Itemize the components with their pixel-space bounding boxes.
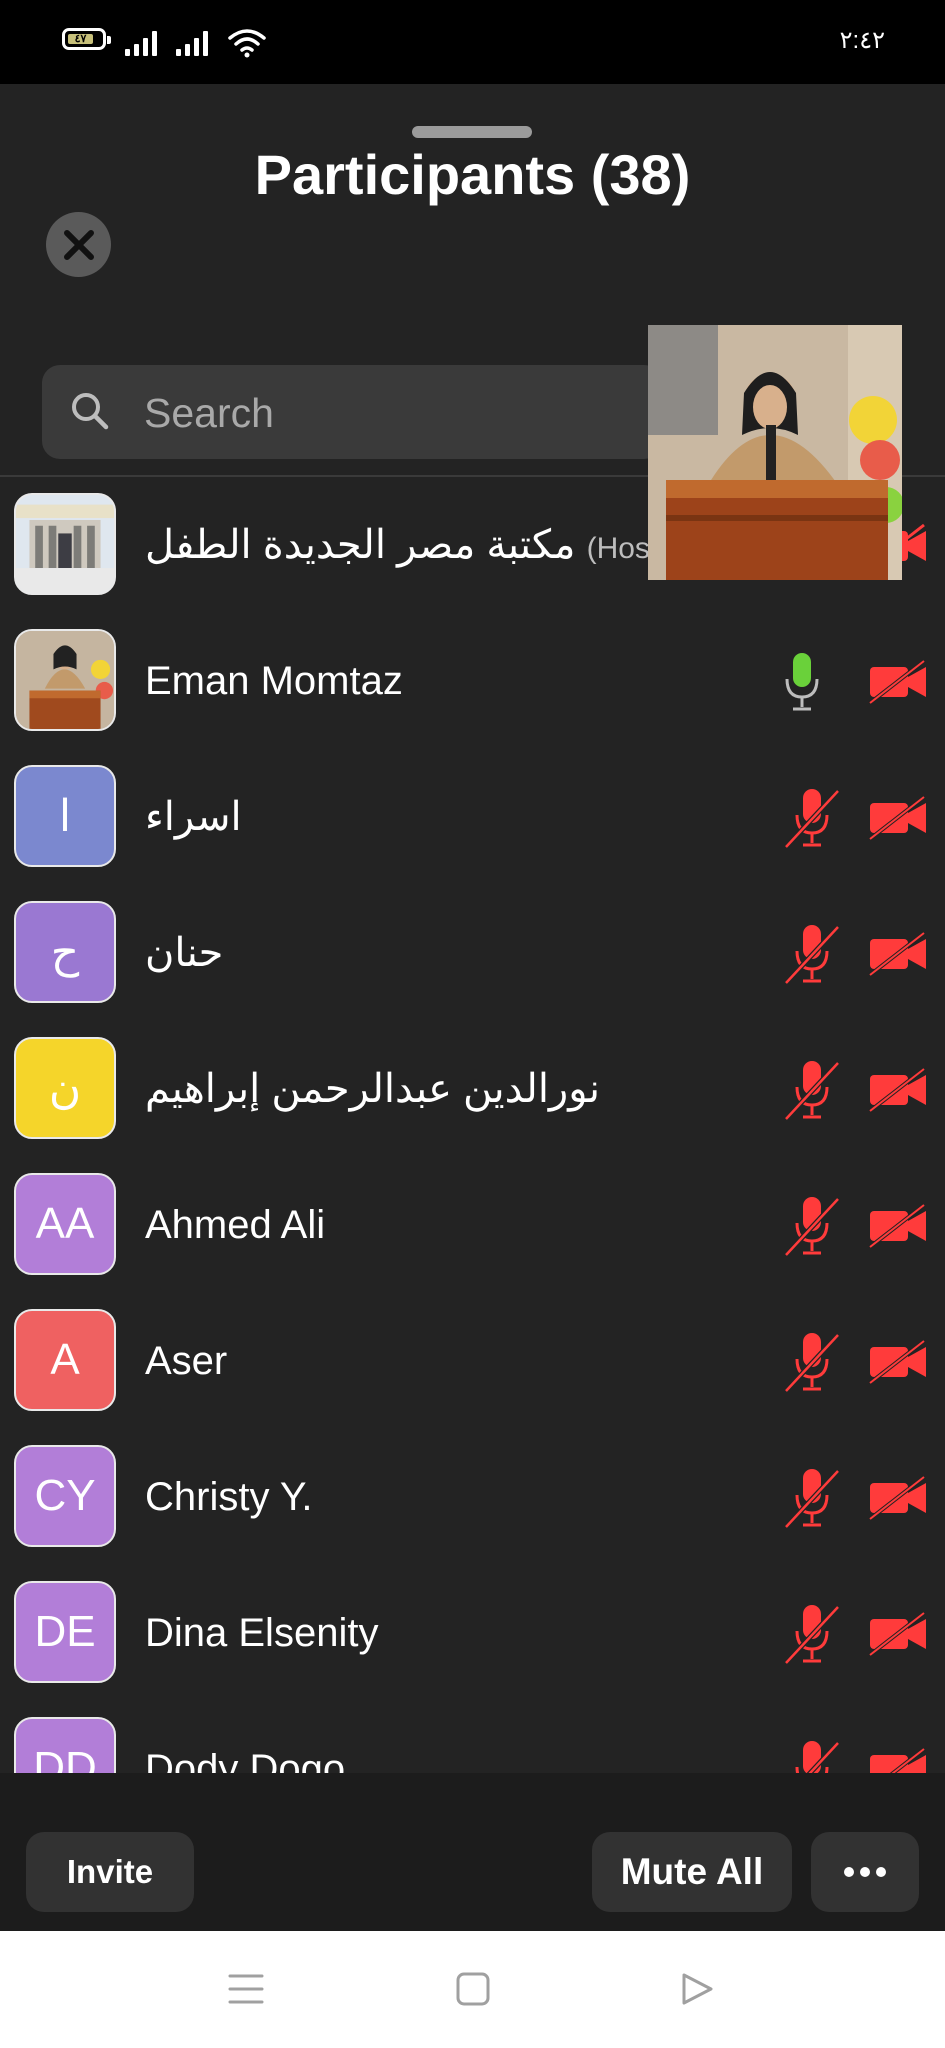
menu-icon[interactable] — [228, 1973, 264, 2005]
mute-all-button[interactable]: Mute All — [592, 1832, 792, 1912]
camera-off-icon[interactable] — [868, 1339, 928, 1385]
status-time: ٢:٤٢ — [839, 27, 885, 54]
battery-level: ٤٧ — [68, 34, 93, 45]
bottom-action-bar: Invite Mute All — [0, 1773, 945, 1931]
camera-off-icon[interactable] — [868, 1203, 928, 1249]
participant-name: Christy Y. — [145, 1475, 313, 1519]
camera-off-icon[interactable] — [868, 931, 928, 977]
participant-name-text: مكتبة مصر الجديدة الطفل — [145, 523, 576, 567]
participant-name: Dody Dogo — [145, 1747, 346, 1773]
camera-off-icon[interactable] — [868, 1475, 928, 1521]
avatar — [14, 493, 116, 595]
mic-muted-icon[interactable] — [782, 1603, 842, 1665]
avatar: A — [14, 1309, 116, 1411]
participant-list[interactable]: مكتبة مصر الجديدة الطفل (Host, r Eman Mo… — [0, 477, 945, 1773]
floating-video-tile[interactable] — [648, 325, 902, 580]
participant-row[interactable]: ا اسراء — [0, 749, 945, 885]
signal-strength-icon — [125, 30, 157, 56]
avatar: CY — [14, 1445, 116, 1547]
mic-muted-icon[interactable] — [782, 923, 842, 985]
participant-row[interactable]: DE Dina Elsenity — [0, 1565, 945, 1701]
more-dots-icon — [844, 1867, 886, 1877]
avatar: ا — [14, 765, 116, 867]
participant-row[interactable]: CY Christy Y. — [0, 1429, 945, 1565]
participant-name: اسراء — [145, 795, 242, 839]
search-icon — [72, 393, 109, 430]
signal-strength-icon-2 — [176, 30, 208, 56]
camera-off-icon[interactable] — [868, 1747, 928, 1773]
participant-row[interactable]: ح حنان — [0, 885, 945, 1021]
avatar: ن — [14, 1037, 116, 1139]
participant-name: Ahmed Ali — [145, 1203, 326, 1247]
participant-row[interactable]: Eman Momtaz — [0, 613, 945, 749]
close-icon — [63, 229, 94, 260]
participant-name: Eman Momtaz — [145, 659, 403, 703]
mic-muted-icon[interactable] — [782, 1059, 842, 1121]
mic-on-icon[interactable] — [782, 651, 822, 713]
battery-icon: ٤٧ — [62, 28, 111, 50]
camera-off-icon[interactable] — [868, 795, 928, 841]
speaker-video-feed — [648, 325, 902, 580]
participant-name: نورالدين عبدالرحمن إبراهيم — [145, 1067, 601, 1111]
mic-muted-icon[interactable] — [782, 1195, 842, 1257]
participant-name: Dina Elsenity — [145, 1611, 379, 1655]
mic-muted-icon[interactable] — [782, 787, 842, 849]
avatar: AA — [14, 1173, 116, 1275]
sheet-drag-handle[interactable] — [412, 126, 532, 138]
home-icon[interactable] — [456, 1972, 490, 2006]
mic-muted-icon[interactable] — [782, 1467, 842, 1529]
page-title: Participants (38) — [254, 143, 691, 206]
invite-button[interactable]: Invite — [26, 1832, 194, 1912]
search-bar[interactable] — [42, 365, 662, 461]
avatar: ح — [14, 901, 116, 1003]
camera-off-icon[interactable] — [868, 1611, 928, 1657]
participant-row[interactable]: ن نورالدين عبدالرحمن إبراهيم — [0, 1021, 945, 1157]
system-navigation-bar — [0, 1931, 945, 2048]
back-icon[interactable] — [680, 1972, 714, 2006]
participant-row[interactable]: A Aser — [0, 1293, 945, 1429]
close-button[interactable] — [46, 212, 111, 277]
status-bar: ٤٧ ٢:٤٢ — [0, 0, 945, 84]
mic-muted-icon[interactable] — [782, 1739, 842, 1773]
camera-off-icon[interactable] — [868, 659, 928, 705]
avatar: DD — [14, 1717, 116, 1773]
participant-row[interactable]: AA Ahmed Ali — [0, 1157, 945, 1293]
participant-name: مكتبة مصر الجديدة الطفل (Host, r — [145, 477, 685, 613]
mic-muted-icon[interactable] — [782, 1331, 842, 1393]
wifi-icon — [228, 29, 266, 58]
speaker-photo — [16, 631, 114, 729]
camera-off-icon[interactable] — [868, 1067, 928, 1113]
avatar: DE — [14, 1581, 116, 1683]
building-photo — [16, 495, 114, 593]
avatar — [14, 629, 116, 731]
participant-name: Aser — [145, 1339, 228, 1383]
participant-row[interactable]: DD Dody Dogo — [0, 1701, 945, 1773]
search-input[interactable] — [142, 365, 646, 461]
more-options-button[interactable] — [811, 1832, 919, 1912]
participant-name: حنان — [145, 931, 224, 975]
